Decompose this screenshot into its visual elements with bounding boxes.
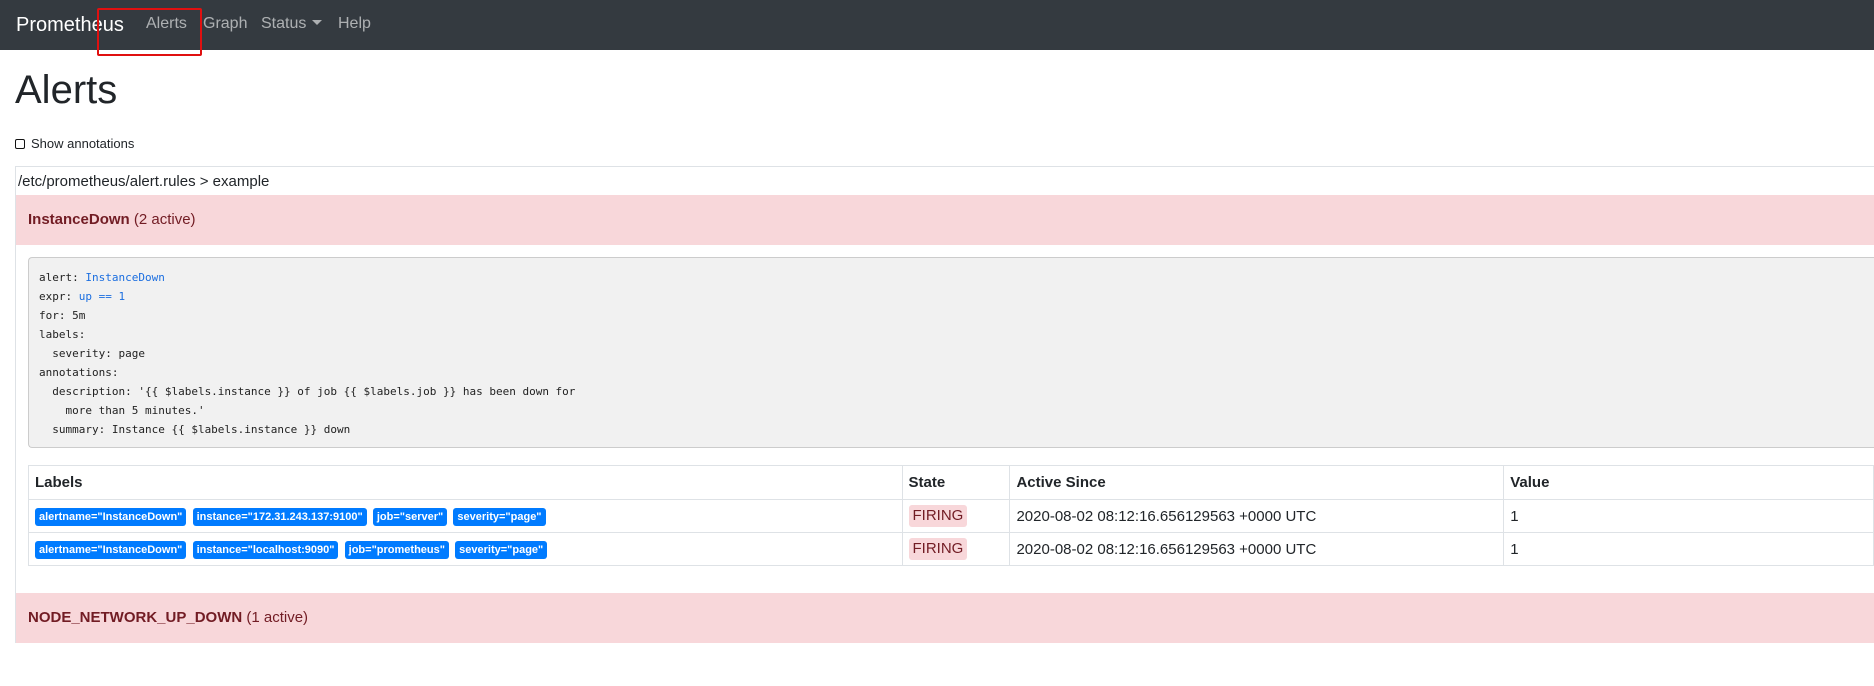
alerts-table: Labels State Active Since Value alertnam… [28,465,1874,566]
rule-expr-link[interactable]: up == 1 [79,290,125,303]
nav-status-dropdown[interactable]: Status [261,14,323,34]
label-badge: severity="page" [453,507,546,526]
alert-group-count: (2 active) [133,211,196,228]
label-badge: instance="localhost:9090" [192,540,339,559]
page-title: Alerts [15,68,118,112]
state-badge: FIRING [908,505,968,527]
caret-down-icon [312,19,323,25]
nav-graph[interactable]: Graph [203,14,247,34]
value-cell: 1 [1503,499,1874,533]
alert-rule-code: alert: InstanceDown expr: up == 1 for: 5… [39,268,1864,439]
label-badge: job="server" [372,507,448,526]
alert-group-count: (1 active) [246,609,309,626]
active-since-cell: 2020-08-02 08:12:16.656129563 +0000 UTC [1009,532,1505,566]
table-row: alertname="InstanceDown" instance="local… [28,532,1874,566]
rule-rest: for: 5m labels: severity: page annotatio… [39,309,576,436]
col-header-state: State [901,465,1011,500]
label-badge: instance="172.31.243.137:9100" [192,507,367,526]
col-header-value: Value [1503,465,1874,500]
state-cell: FIRING [901,499,1011,533]
labels-cell: alertname="InstanceDown" instance="local… [28,532,903,566]
col-header-active-since: Active Since [1009,465,1505,500]
table-row: alertname="InstanceDown" instance="172.3… [28,499,1874,533]
state-badge: FIRING [908,538,968,560]
label-badge: alertname="InstanceDown" [35,507,187,526]
alert-group-name: InstanceDown [28,211,130,228]
show-annotations-label: Show annotations [31,136,135,151]
rule-alert-key: alert: [39,271,86,284]
rule-file-path: /etc/prometheus/alert.rules > example [18,173,270,190]
nav-status-label: Status [261,15,307,32]
col-header-labels: Labels [28,465,903,500]
alert-rule-definition: alert: InstanceDown expr: up == 1 for: 5… [28,257,1874,448]
label-badge: job="prometheus" [344,540,449,559]
alert-group-name: NODE_NETWORK_UP_DOWN [28,609,243,626]
alert-group-header-node-network-up-down[interactable]: NODE_NETWORK_UP_DOWN (1 active) [16,593,1874,643]
highlight-annotation-box [97,8,202,56]
label-badge: alertname="InstanceDown" [35,540,187,559]
rule-expr-key: expr: [39,290,79,303]
show-annotations-toggle[interactable]: Show annotations [15,136,134,152]
show-annotations-checkbox[interactable] [15,139,25,149]
label-badge: severity="page" [455,540,548,559]
nav-help[interactable]: Help [338,14,371,34]
rule-alert-value[interactable]: InstanceDown [85,271,164,284]
navbar: Prometheus Alerts Graph Status Help [0,0,1874,50]
value-cell: 1 [1503,532,1874,566]
alert-group-header-instancedown[interactable]: InstanceDown (2 active) [16,195,1874,245]
table-header-row: Labels State Active Since Value [28,465,1874,500]
state-cell: FIRING [901,532,1011,566]
labels-cell: alertname="InstanceDown" instance="172.3… [28,499,903,533]
active-since-cell: 2020-08-02 08:12:16.656129563 +0000 UTC [1009,499,1505,533]
